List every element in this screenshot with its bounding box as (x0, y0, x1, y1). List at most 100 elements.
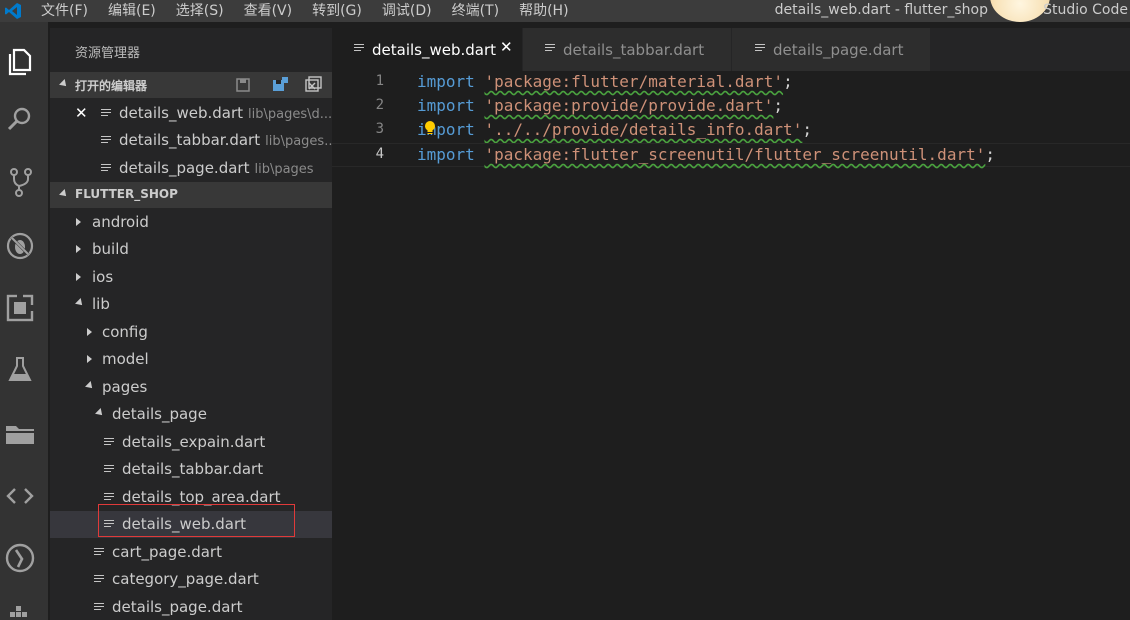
window-title-tail: Studio Code (1043, 2, 1128, 18)
chevron-right-icon (76, 273, 81, 281)
code-keyword: import (417, 72, 475, 91)
save-all-icon[interactable] (235, 76, 255, 94)
file-icon (104, 438, 114, 447)
menu-edit[interactable]: 编辑(E) (98, 0, 166, 22)
tab-details-web[interactable]: details_web.dart ✕ (332, 28, 522, 71)
open-editor-item[interactable]: ✕ details_web.dart lib\pages\d... (50, 100, 332, 127)
tab-label: details_page.dart (773, 41, 904, 59)
code-editor[interactable]: 1 import 'package:flutter/material.dart'… (332, 71, 1130, 620)
menu-go[interactable]: 转到(G) (302, 0, 372, 22)
code-punct: ; (773, 96, 784, 115)
menu-debug[interactable]: 调试(D) (372, 0, 442, 22)
tree-file-details-tabbar[interactable]: details_tabbar.dart (50, 456, 332, 483)
code-line[interactable]: 2 import 'package:provide/provide.dart'; (332, 95, 1130, 119)
tree-item-label: details_expain.dart (122, 433, 266, 451)
tree-item-label: build (92, 240, 129, 258)
window-title: details_web.dart - flutter_shop (774, 2, 988, 18)
open-editors-header[interactable]: 打开的编辑器 (50, 72, 332, 98)
menu-selection[interactable]: 选择(S) (166, 0, 234, 22)
tree-file-details-page[interactable]: details_page.dart (50, 594, 332, 620)
close-all-icon[interactable] (304, 76, 324, 94)
tab-label: details_web.dart (372, 41, 497, 59)
file-icon (101, 164, 111, 173)
code-keyword: import (417, 145, 475, 164)
tree-folder-lib[interactable]: lib (50, 291, 332, 318)
menu-bar: 文件(F) 编辑(E) 选择(S) 查看(V) 转到(G) 调试(D) 终端(T… (31, 0, 579, 22)
close-icon[interactable]: ✕ (500, 38, 513, 56)
code-string: '../../provide/details_info.dart' (484, 120, 803, 139)
line-number: 1 (375, 73, 384, 89)
tab-details-page[interactable]: details_page.dart (732, 28, 930, 71)
close-icon[interactable]: ✕ (75, 104, 88, 122)
avatar (990, 0, 1050, 22)
open-editor-path: lib\pages (254, 162, 314, 177)
tree-file-details-expain[interactable]: details_expain.dart (50, 429, 332, 456)
tree-item-label: pages (102, 378, 148, 396)
code-punct: ; (802, 120, 812, 139)
tab-label: details_tabbar.dart (563, 41, 705, 59)
project-header[interactable]: FLUTTER_SHOP (50, 182, 332, 208)
tree-item-label: details_page.dart (112, 598, 243, 616)
editor-tab-bar: details_web.dart ✕ details_tabbar.dart d… (332, 28, 1130, 71)
tree-folder-model[interactable]: model (50, 346, 332, 373)
tree-item-label: details_tabbar.dart (122, 460, 264, 478)
tree-item-label: config (102, 323, 148, 341)
tree-folder-details-page[interactable]: details_page (50, 401, 332, 428)
tree-folder-build[interactable]: build (50, 236, 332, 263)
debug-icon[interactable] (2, 228, 38, 264)
title-bar: 文件(F) 编辑(E) 选择(S) 查看(V) 转到(G) 调试(D) 终端(T… (0, 0, 1130, 22)
code-punct: ; (985, 145, 995, 164)
open-editor-name: details_page.dart (119, 159, 250, 177)
tree-item-label: cart_page.dart (112, 543, 222, 561)
tree-folder-pages[interactable]: pages (50, 374, 332, 401)
open-editor-name: details_tabbar.dart (119, 131, 261, 149)
tree-folder-ios[interactable]: ios (50, 264, 332, 291)
explorer-sidebar: 资源管理器 打开的编辑器 ✕ details_web.dart lib\pages… (50, 28, 332, 620)
chevron-down-icon (75, 298, 85, 308)
tree-folder-config[interactable]: config (50, 319, 332, 346)
chevron-right-icon (76, 245, 81, 253)
file-icon (755, 44, 765, 53)
new-file-save-icon[interactable] (270, 76, 290, 94)
tab-details-tabbar[interactable]: details_tabbar.dart (523, 28, 731, 71)
extensions-icon[interactable] (2, 290, 38, 326)
chevron-right-icon (76, 218, 81, 226)
code-line[interactable]: 1 import 'package:flutter/material.dart'… (332, 71, 1130, 95)
open-editor-path: lib\pages\d... (248, 107, 332, 122)
menu-terminal[interactable]: 终端(T) (442, 0, 509, 22)
file-icon (94, 575, 104, 584)
source-control-icon[interactable] (2, 164, 38, 200)
timeline-icon[interactable] (2, 540, 38, 576)
menu-help[interactable]: 帮助(H) (509, 0, 578, 22)
collapse-chevron-icon (59, 189, 69, 199)
menu-view[interactable]: 查看(V) (234, 0, 303, 22)
project-name: FLUTTER_SHOP (75, 187, 178, 201)
code-line[interactable]: 3 import '../../provide/details_info.dar… (332, 119, 1130, 143)
explorer-icon[interactable] (2, 42, 38, 78)
code-line-current[interactable]: 4 import 'package:flutter_screenutil/flu… (332, 143, 1130, 167)
file-icon (94, 548, 104, 557)
lightbulb-icon[interactable] (423, 120, 437, 136)
code-brackets-icon[interactable] (2, 478, 38, 514)
tree-file-cart-page[interactable]: cart_page.dart (50, 539, 332, 566)
chevron-down-icon (85, 381, 95, 391)
tree-file-category-page[interactable]: category_page.dart (50, 566, 332, 593)
vscode-logo-icon (5, 3, 21, 19)
highlight-annotation-box (98, 504, 295, 537)
docker-icon[interactable] (2, 600, 38, 620)
tree-folder-android[interactable]: android (50, 209, 332, 236)
sidebar-title: 资源管理器 (75, 46, 141, 61)
tree-item-label: android (92, 213, 149, 231)
open-editor-path: lib\pages... (265, 134, 332, 149)
open-editor-item[interactable]: details_tabbar.dart lib\pages... (50, 127, 332, 154)
code-string: 'package:flutter_screenutil/flutter_scre… (484, 145, 986, 164)
open-editor-item[interactable]: details_page.dart lib\pages (50, 155, 332, 182)
search-icon[interactable] (2, 102, 38, 138)
code-punct: ; (783, 72, 793, 91)
tree-item-label: category_page.dart (112, 570, 259, 588)
menu-file[interactable]: 文件(F) (31, 0, 98, 22)
test-flask-icon[interactable] (2, 352, 38, 388)
folder-icon[interactable] (2, 416, 38, 452)
file-icon (104, 493, 114, 502)
open-editor-name: details_web.dart (119, 104, 244, 122)
